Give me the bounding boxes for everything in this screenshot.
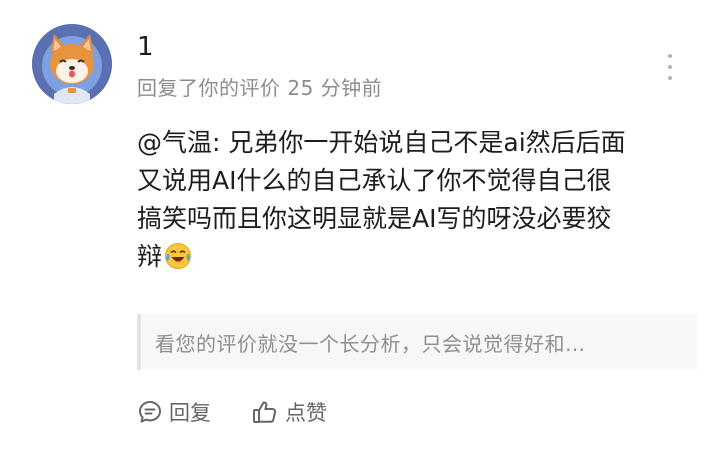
comment-text: @气温: 兄弟你一开始说自己不是ai然后后面 又说用AI什么的自己承认了你不觉得… [137,124,697,276]
quoted-review[interactable]: 看您的评价就没一个长分析，只会说觉得好和… [137,314,697,370]
comment-line-text: 辩 [137,242,163,271]
thumbs-up-icon [253,401,277,423]
comment-line: 搞笑吗而且你这明显就是AI写的呀没必要狡 [137,204,612,233]
more-vertical-icon[interactable] [661,54,679,80]
reply-button[interactable]: 回复 [137,397,211,427]
quoted-review-text: 看您的评价就没一个长分析，只会说觉得好和… [155,331,586,356]
laughing-crying-emoji-icon [165,243,192,269]
comment-line-last: 辩 [137,238,697,276]
comment-card: 1 回复了你的评价 25 分钟前 @气温: 兄弟你一开始说自己不是ai然后后面 … [0,0,720,453]
comment-bubble-icon [139,401,161,423]
avatar[interactable] [32,24,112,104]
shiba-dog-avatar-icon [32,24,112,104]
username[interactable]: 1 [137,30,154,64]
like-label: 点赞 [285,401,327,425]
dot [668,65,672,69]
reply-meta: 回复了你的评价 25 分钟前 [137,76,383,100]
like-button[interactable]: 点赞 [251,397,327,427]
comment-line: @气温: 兄弟你一开始说自己不是ai然后后面 [137,128,626,157]
comment-line: 又说用AI什么的自己承认了你不觉得自己很 [137,166,612,195]
dot [668,76,672,80]
reply-label: 回复 [169,401,211,425]
comment-actions: 回复 点赞 [137,395,327,429]
dot [668,54,672,58]
